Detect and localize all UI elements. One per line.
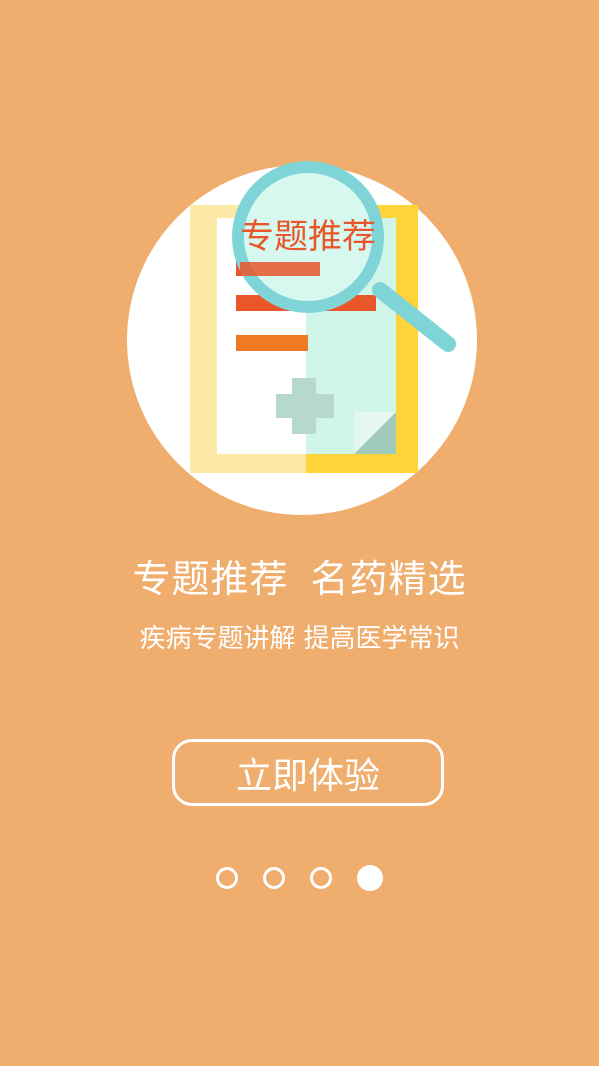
page-dot-2[interactable] (263, 867, 285, 889)
medical-cross-horizontal (276, 394, 334, 418)
splash-screen: 专题推荐 专题推荐 名药精选 疾病专题讲解 提高医学常识 立即体验 (0, 0, 599, 1066)
illustration: 专题推荐 (127, 161, 477, 515)
headline: 专题推荐 名药精选 (0, 553, 599, 605)
page-dot-1[interactable] (216, 867, 238, 889)
magnifier-label: 专题推荐 (240, 217, 376, 257)
headline-part-1: 专题推荐 (132, 557, 289, 601)
subheadline: 疾病专题讲解 提高医学常识 (0, 619, 599, 659)
document-line-3 (236, 335, 308, 351)
try-now-button-label: 立即体验 (235, 755, 380, 797)
page-indicator (0, 864, 599, 892)
magnifier-lens-line (240, 262, 320, 276)
subheadline-part-2: 提高医学常识 (303, 624, 460, 654)
page-dot-3[interactable] (310, 867, 332, 889)
headline-part-2: 名药精选 (310, 557, 467, 601)
page-dot-4-active[interactable] (357, 865, 383, 891)
try-now-button[interactable]: 立即体验 (172, 739, 444, 806)
subheadline-part-1: 疾病专题讲解 (139, 624, 296, 654)
